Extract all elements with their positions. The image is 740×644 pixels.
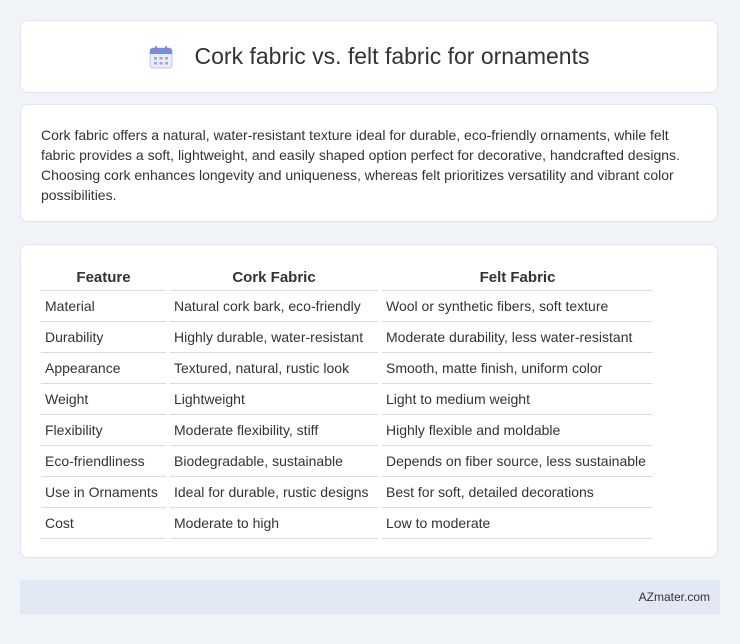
cell-cork: Moderate to high xyxy=(170,508,378,539)
cell-cork: Lightweight xyxy=(170,384,378,415)
table-row: Cost Moderate to high Low to moderate xyxy=(41,508,653,539)
cell-felt: Highly flexible and moldable xyxy=(382,415,653,446)
page-title: Cork fabric vs. felt fabric for ornament… xyxy=(194,43,590,69)
cell-cork: Textured, natural, rustic look xyxy=(170,353,378,384)
cell-cork: Natural cork bark, eco-friendly xyxy=(170,291,378,322)
footer-bar: AZmater.com xyxy=(20,580,720,614)
cell-feature: Use in Ornaments xyxy=(41,477,166,508)
calendar-icon xyxy=(149,45,173,69)
title-card: Cork fabric vs. felt fabric for ornament… xyxy=(20,20,718,93)
cell-felt: Smooth, matte finish, uniform color xyxy=(382,353,653,384)
cell-felt: Best for soft, detailed decorations xyxy=(382,477,653,508)
cell-cork: Highly durable, water-resistant xyxy=(170,322,378,353)
cell-feature: Weight xyxy=(41,384,166,415)
cell-feature: Cost xyxy=(41,508,166,539)
cell-cork: Ideal for durable, rustic designs xyxy=(170,477,378,508)
cell-feature: Appearance xyxy=(41,353,166,384)
footer-site-link[interactable]: AZmater.com xyxy=(639,590,710,604)
cell-cork: Moderate flexibility, stiff xyxy=(170,415,378,446)
table-row: Material Natural cork bark, eco-friendly… xyxy=(41,291,653,322)
table-row: Weight Lightweight Light to medium weigh… xyxy=(41,384,653,415)
summary-card: Cork fabric offers a natural, water-resi… xyxy=(20,104,718,222)
summary-paragraph: Cork fabric offers a natural, water-resi… xyxy=(41,127,680,203)
cell-feature: Flexibility xyxy=(41,415,166,446)
table-row: Flexibility Moderate flexibility, stiff … xyxy=(41,415,653,446)
table-header-row: Feature Cork Fabric Felt Fabric xyxy=(41,264,653,291)
cell-felt: Light to medium weight xyxy=(382,384,653,415)
comparison-table: Feature Cork Fabric Felt Fabric Material… xyxy=(37,264,657,539)
cell-felt: Low to moderate xyxy=(382,508,653,539)
table-row: Durability Highly durable, water-resista… xyxy=(41,322,653,353)
cell-feature: Material xyxy=(41,291,166,322)
cell-felt: Moderate durability, less water-resistan… xyxy=(382,322,653,353)
header-felt-fabric: Felt Fabric xyxy=(382,264,653,291)
comparison-table-card: Feature Cork Fabric Felt Fabric Material… xyxy=(20,244,718,558)
header-cork-fabric: Cork Fabric xyxy=(170,264,378,291)
cell-felt: Depends on fiber source, less sustainabl… xyxy=(382,446,653,477)
header-feature: Feature xyxy=(41,264,166,291)
cell-cork: Biodegradable, sustainable xyxy=(170,446,378,477)
cell-feature: Durability xyxy=(41,322,166,353)
cell-felt: Wool or synthetic fibers, soft texture xyxy=(382,291,653,322)
table-row: Use in Ornaments Ideal for durable, rust… xyxy=(41,477,653,508)
cell-feature: Eco-friendliness xyxy=(41,446,166,477)
table-row: Eco-friendliness Biodegradable, sustaina… xyxy=(41,446,653,477)
table-row: Appearance Textured, natural, rustic loo… xyxy=(41,353,653,384)
